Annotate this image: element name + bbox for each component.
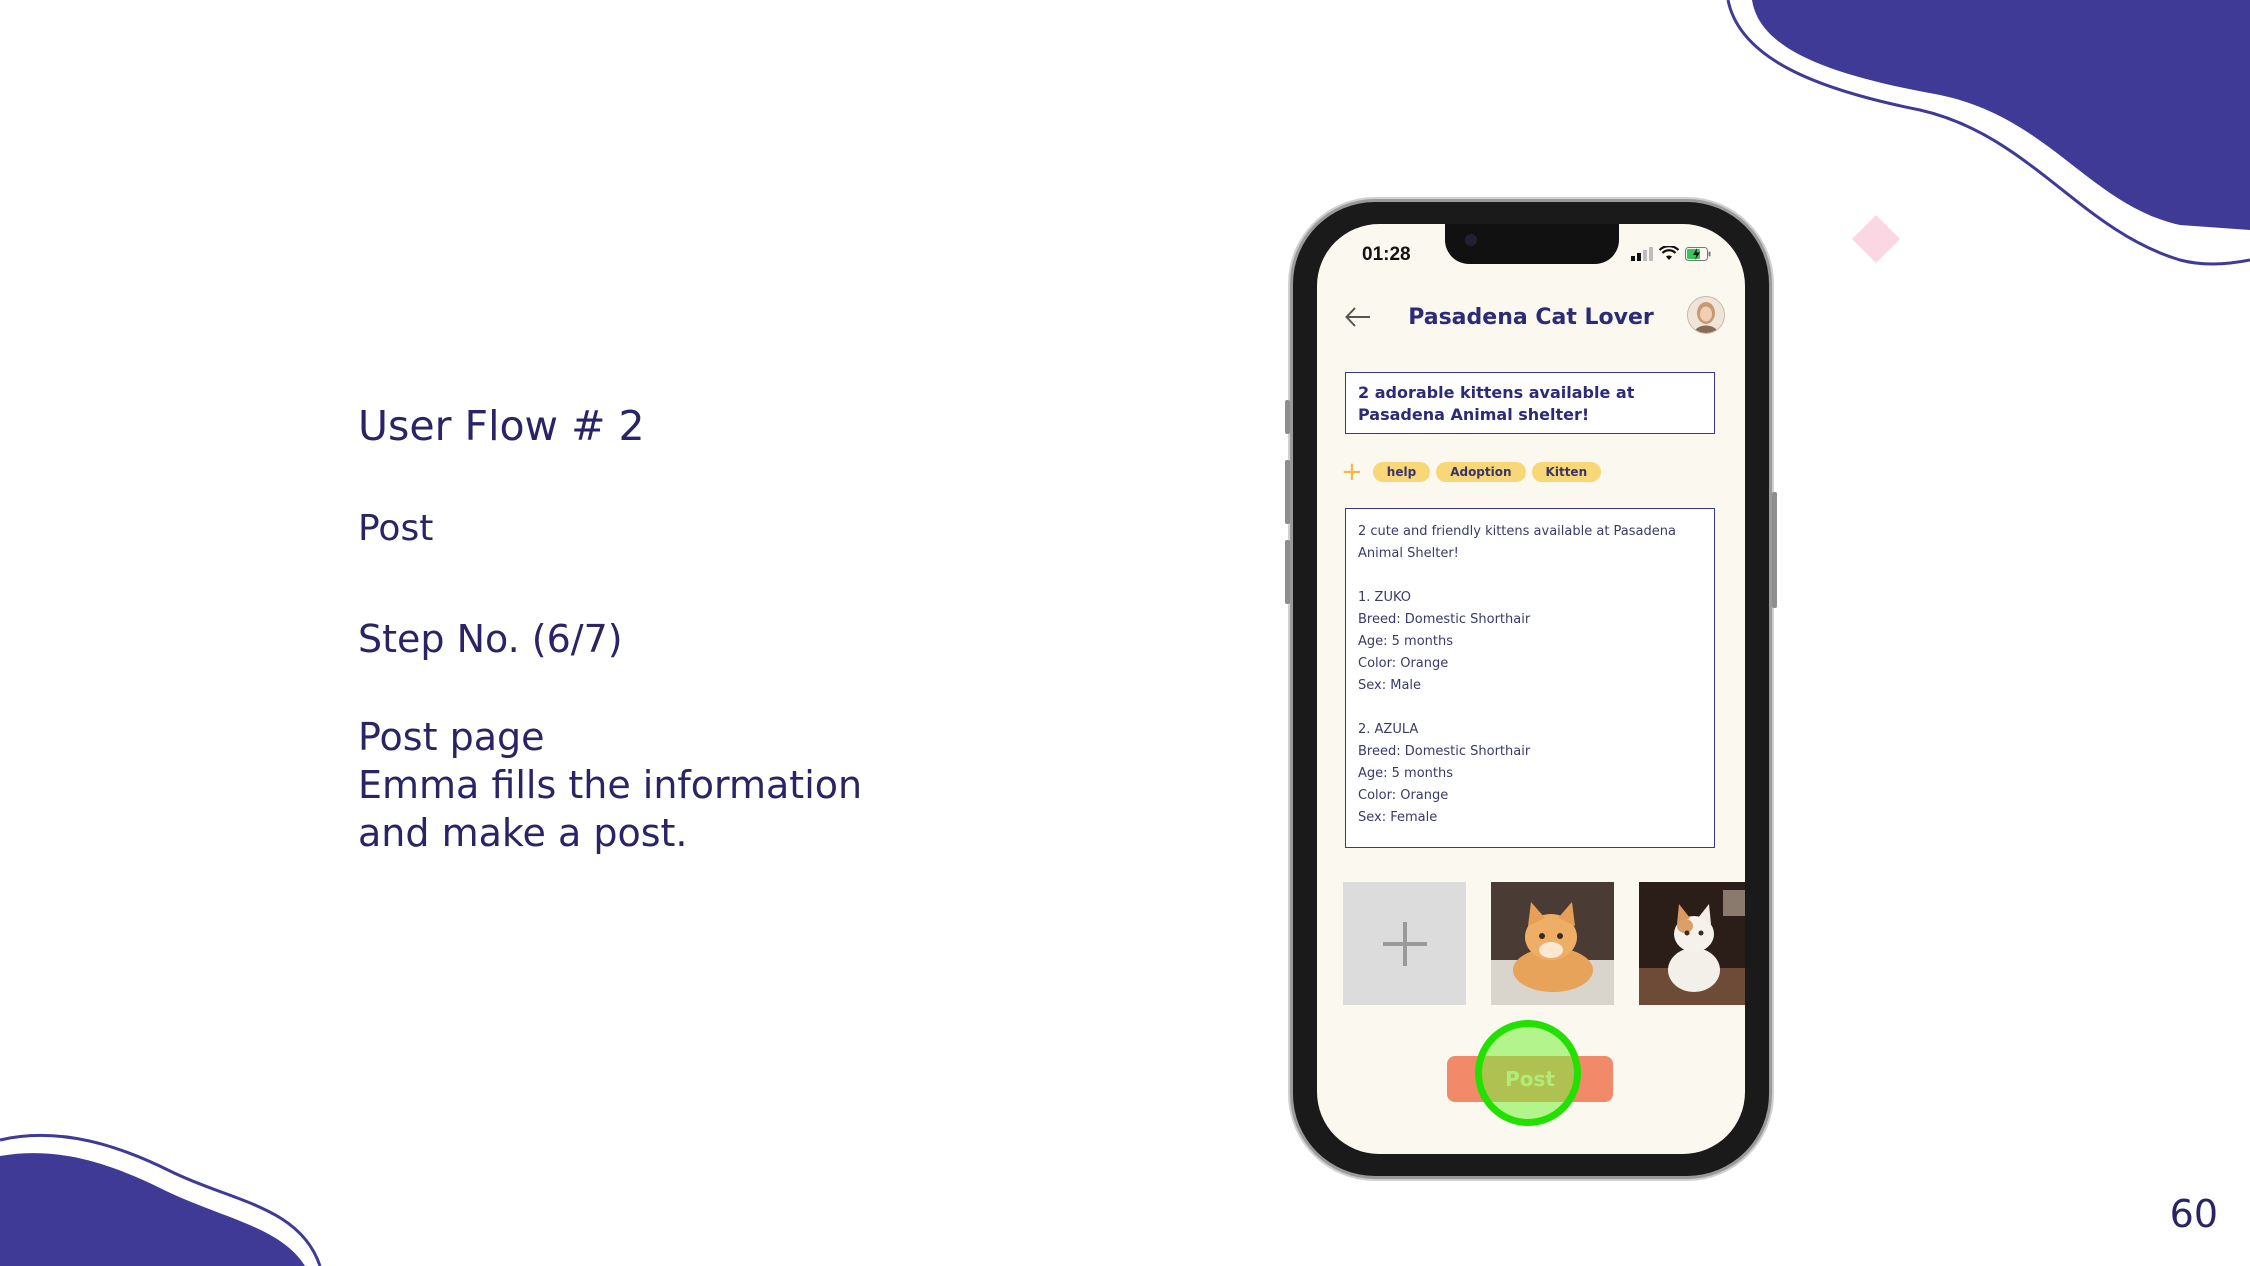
tag-chip[interactable]: help [1372, 462, 1431, 482]
slide-description-line: Post page [358, 715, 545, 759]
description-line: Color: Orange [1358, 788, 1449, 803]
tag-chip[interactable]: Kitten [1531, 462, 1602, 482]
post-title-input[interactable]: 2 adorable kittens available at Pasadena… [1345, 372, 1715, 434]
post-description-textarea[interactable]: 2 cute and friendly kittens available at… [1345, 508, 1715, 848]
description-line: Breed: Domestic Shorthair [1358, 612, 1531, 627]
kitten-image [1639, 882, 1745, 1005]
kitten-image [1491, 882, 1614, 1005]
description-line [1358, 565, 1702, 587]
slide-description: Post page Emma fills the information and… [358, 713, 862, 857]
description-line: Age: 5 months [1358, 766, 1454, 781]
description-line: 1. ZUKO [1358, 590, 1412, 605]
description-line: Color: Orange [1358, 656, 1449, 671]
status-icons [1631, 246, 1711, 261]
phone-screen: 01:28 Pasadena Cat Lover 2 adorable kitt… [1317, 224, 1745, 1154]
description-line: 2. AZULA [1358, 722, 1419, 737]
avatar-image [1688, 297, 1724, 333]
tag-list: + help Adoption Kitten [1341, 459, 1602, 485]
description-line: Breed: Domestic Shorthair [1358, 744, 1531, 759]
slide-description-line: Emma fills the information [358, 763, 863, 807]
slide-subtitle: Post [358, 508, 434, 549]
phone-mockup: 01:28 Pasadena Cat Lover 2 adorable kitt… [1285, 202, 1777, 1176]
tag-chip[interactable]: Adoption [1436, 462, 1526, 482]
description-line: Animal Shelter! [1358, 546, 1459, 561]
status-time: 01:28 [1362, 244, 1411, 265]
bottom-left-blob [0, 1133, 322, 1266]
slide-step: Step No. (6/7) [358, 617, 623, 661]
description-line: Sex: Male [1358, 678, 1422, 693]
description-line: Age: 5 months [1358, 634, 1454, 649]
photo-strip [1343, 882, 1745, 1005]
page-number: 60 [2169, 1192, 2218, 1236]
wifi-icon [1659, 246, 1679, 260]
add-photo-button[interactable] [1343, 882, 1466, 1005]
user-avatar[interactable] [1687, 296, 1725, 334]
add-photo-icon [1382, 921, 1427, 966]
phone-volume-down [1285, 540, 1290, 604]
phone-mute-switch [1285, 400, 1290, 434]
phone-power-button [1772, 492, 1777, 608]
description-line [1358, 697, 1702, 719]
page-title: Pasadena Cat Lover [1408, 305, 1654, 330]
post-button[interactable]: Post [1447, 1056, 1613, 1102]
description-line: Sex: Female [1358, 810, 1438, 825]
slide-title: User Flow # 2 [358, 402, 645, 450]
phone-volume-up [1285, 460, 1290, 524]
slide-description-line: and make a post. [358, 811, 688, 855]
white-kitten-photo[interactable] [1639, 882, 1745, 1005]
top-right-blob [1726, 0, 2250, 266]
camera-icon [1465, 234, 1477, 246]
description-line: 2 cute and friendly kittens available at… [1358, 524, 1676, 539]
battery-charging-icon [1685, 247, 1711, 261]
add-tag-icon[interactable]: + [1341, 459, 1363, 485]
signal-icon [1631, 247, 1653, 261]
phone-notch [1445, 224, 1619, 264]
orange-kitten-photo[interactable] [1491, 882, 1614, 1005]
